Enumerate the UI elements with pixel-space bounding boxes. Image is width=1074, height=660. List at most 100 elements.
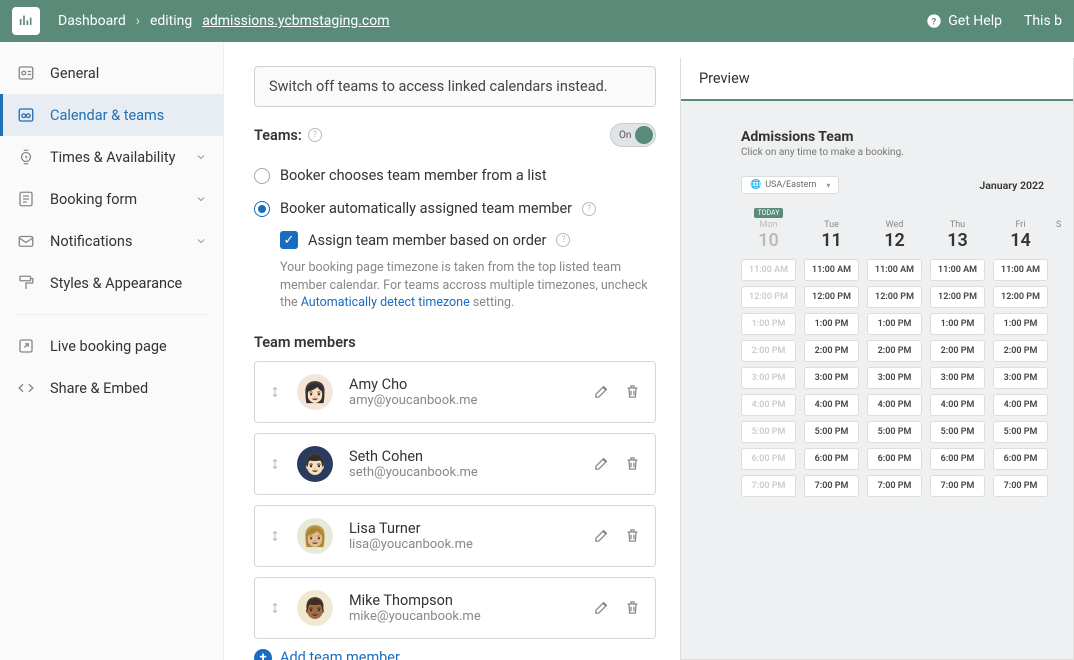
app-logo[interactable] <box>12 7 40 35</box>
time-slot[interactable]: 2:00 PM <box>993 340 1048 362</box>
timezone-link[interactable]: Automatically detect timezone <box>301 295 470 310</box>
add-team-member-button[interactable]: + Add team member <box>254 649 656 660</box>
time-slot[interactable]: 1:00 PM <box>804 313 859 335</box>
time-slot[interactable]: 3:00 PM <box>867 367 922 389</box>
time-slot[interactable]: 12:00 PM <box>993 286 1048 308</box>
time-slot[interactable]: 11:00 AM <box>993 259 1048 281</box>
get-help-button[interactable]: ? Get Help <box>926 13 1002 29</box>
watch-icon <box>16 148 36 166</box>
sidebar-item-general[interactable]: General <box>0 52 223 94</box>
sidebar-item-share-embed[interactable]: Share & Embed <box>0 367 223 409</box>
time-slot[interactable]: 1:00 PM <box>930 313 985 335</box>
delete-icon[interactable] <box>624 455 641 472</box>
time-slot[interactable]: 6:00 PM <box>993 448 1048 470</box>
checkbox-assign-order[interactable]: ✓ Assign team member based on order ? <box>254 225 656 255</box>
notice-box: Switch off teams to access linked calend… <box>254 66 656 107</box>
time-slot[interactable]: 4:00 PM <box>930 394 985 416</box>
sidebar-item-calendar-teams[interactable]: Calendar & teams <box>0 94 223 136</box>
edit-icon[interactable] <box>593 599 610 616</box>
team-member-card: 👩🏼 Lisa Turner lisa@youcanbook.me <box>254 505 656 567</box>
help-icon[interactable]: ? <box>582 202 596 216</box>
edit-icon[interactable] <box>593 527 610 544</box>
time-slot[interactable]: 3:00 PM <box>930 367 985 389</box>
time-slot[interactable]: 7:00 PM <box>867 475 922 497</box>
day-of-week: Wed <box>886 220 904 230</box>
team-member-card: 👨🏾 Mike Thompson mike@youcanbook.me <box>254 577 656 639</box>
day-of-week: Thu <box>950 220 965 230</box>
time-slot[interactable]: 2:00 PM <box>930 340 985 362</box>
time-slot[interactable]: 1:00 PM <box>993 313 1048 335</box>
this-b-truncated[interactable]: This b <box>1024 13 1062 29</box>
time-slot[interactable]: 11:00 AM <box>741 259 796 281</box>
time-slot[interactable]: 4:00 PM <box>741 394 796 416</box>
time-slot[interactable]: 2:00 PM <box>867 340 922 362</box>
drag-handle-icon[interactable] <box>269 527 281 545</box>
time-slot[interactable]: 11:00 AM <box>867 259 922 281</box>
sidebar-item-styles[interactable]: Styles & Appearance <box>0 262 223 304</box>
teams-toggle[interactable]: On <box>610 123 656 147</box>
radio-booker-auto[interactable]: Booker automatically assigned team membe… <box>254 192 656 225</box>
timezone-selector[interactable]: 🌐 USA/Eastern ▾ <box>741 176 839 194</box>
time-slot[interactable]: 3:00 PM <box>804 367 859 389</box>
breadcrumb-dashboard[interactable]: Dashboard <box>58 13 126 29</box>
delete-icon[interactable] <box>624 599 641 616</box>
time-slot[interactable]: 7:00 PM <box>741 475 796 497</box>
edit-icon[interactable] <box>593 455 610 472</box>
topbar-right: ? Get Help This b <box>926 13 1062 29</box>
help-icon[interactable]: ? <box>556 233 570 247</box>
sidebar-item-notifications[interactable]: Notifications <box>0 220 223 262</box>
time-slot[interactable]: 7:00 PM <box>804 475 859 497</box>
time-slot[interactable]: 12:00 PM <box>930 286 985 308</box>
sidebar-item-times[interactable]: Times & Availability <box>0 136 223 178</box>
time-slot[interactable]: 7:00 PM <box>993 475 1048 497</box>
time-slot[interactable]: 4:00 PM <box>867 394 922 416</box>
time-slot[interactable]: 12:00 PM <box>741 286 796 308</box>
sidebar-item-live-booking[interactable]: Live booking page <box>0 325 223 367</box>
time-slot[interactable]: 1:00 PM <box>867 313 922 335</box>
delete-icon[interactable] <box>624 383 641 400</box>
member-email: lisa@youcanbook.me <box>349 537 577 552</box>
help-icon[interactable]: ? <box>308 128 322 142</box>
time-slot[interactable]: 5:00 PM <box>804 421 859 443</box>
time-slot[interactable]: 5:00 PM <box>741 421 796 443</box>
time-slot[interactable]: 6:00 PM <box>867 448 922 470</box>
member-email: mike@youcanbook.me <box>349 609 577 624</box>
time-slot[interactable]: 11:00 AM <box>804 259 859 281</box>
member-actions <box>593 455 641 472</box>
time-slot[interactable]: 5:00 PM <box>993 421 1048 443</box>
globe-icon: 🌐 <box>750 180 761 190</box>
breadcrumb-url[interactable]: admissions.ycbmstaging.com <box>202 13 389 29</box>
drag-handle-icon[interactable] <box>269 455 281 473</box>
drag-handle-icon[interactable] <box>269 599 281 617</box>
time-slot[interactable]: 6:00 PM <box>930 448 985 470</box>
radio-booker-chooses[interactable]: Booker chooses team member from a list <box>254 159 656 192</box>
time-slot[interactable]: 4:00 PM <box>804 394 859 416</box>
time-slot[interactable]: 6:00 PM <box>804 448 859 470</box>
time-slot[interactable]: 1:00 PM <box>741 313 796 335</box>
calendar-day-column: Tue1111:00 AM12:00 PM1:00 PM2:00 PM3:00 … <box>804 208 859 502</box>
time-slot[interactable]: 5:00 PM <box>867 421 922 443</box>
delete-icon[interactable] <box>624 527 641 544</box>
member-name: Amy Cho <box>349 376 577 393</box>
time-slot[interactable]: 12:00 PM <box>867 286 922 308</box>
edit-icon[interactable] <box>593 383 610 400</box>
teams-row: Teams: ? On <box>254 123 656 147</box>
breadcrumb-editing: editing <box>150 13 192 29</box>
time-slot[interactable]: 4:00 PM <box>993 394 1048 416</box>
today-badge: TODAY <box>754 208 784 218</box>
time-slot[interactable]: 6:00 PM <box>741 448 796 470</box>
radio-icon <box>254 168 270 184</box>
external-link-icon <box>16 337 36 355</box>
time-slot[interactable]: 11:00 AM <box>930 259 985 281</box>
time-slot[interactable]: 2:00 PM <box>741 340 796 362</box>
drag-handle-icon[interactable] <box>269 383 281 401</box>
time-slot[interactable]: 12:00 PM <box>804 286 859 308</box>
time-slot[interactable]: 3:00 PM <box>993 367 1048 389</box>
day-of-week: Mon <box>760 220 778 230</box>
time-slot[interactable]: 3:00 PM <box>741 367 796 389</box>
calendar-day-column: Thu1311:00 AM12:00 PM1:00 PM2:00 PM3:00 … <box>930 208 985 502</box>
time-slot[interactable]: 7:00 PM <box>930 475 985 497</box>
sidebar-item-booking-form[interactable]: Booking form <box>0 178 223 220</box>
time-slot[interactable]: 2:00 PM <box>804 340 859 362</box>
time-slot[interactable]: 5:00 PM <box>930 421 985 443</box>
